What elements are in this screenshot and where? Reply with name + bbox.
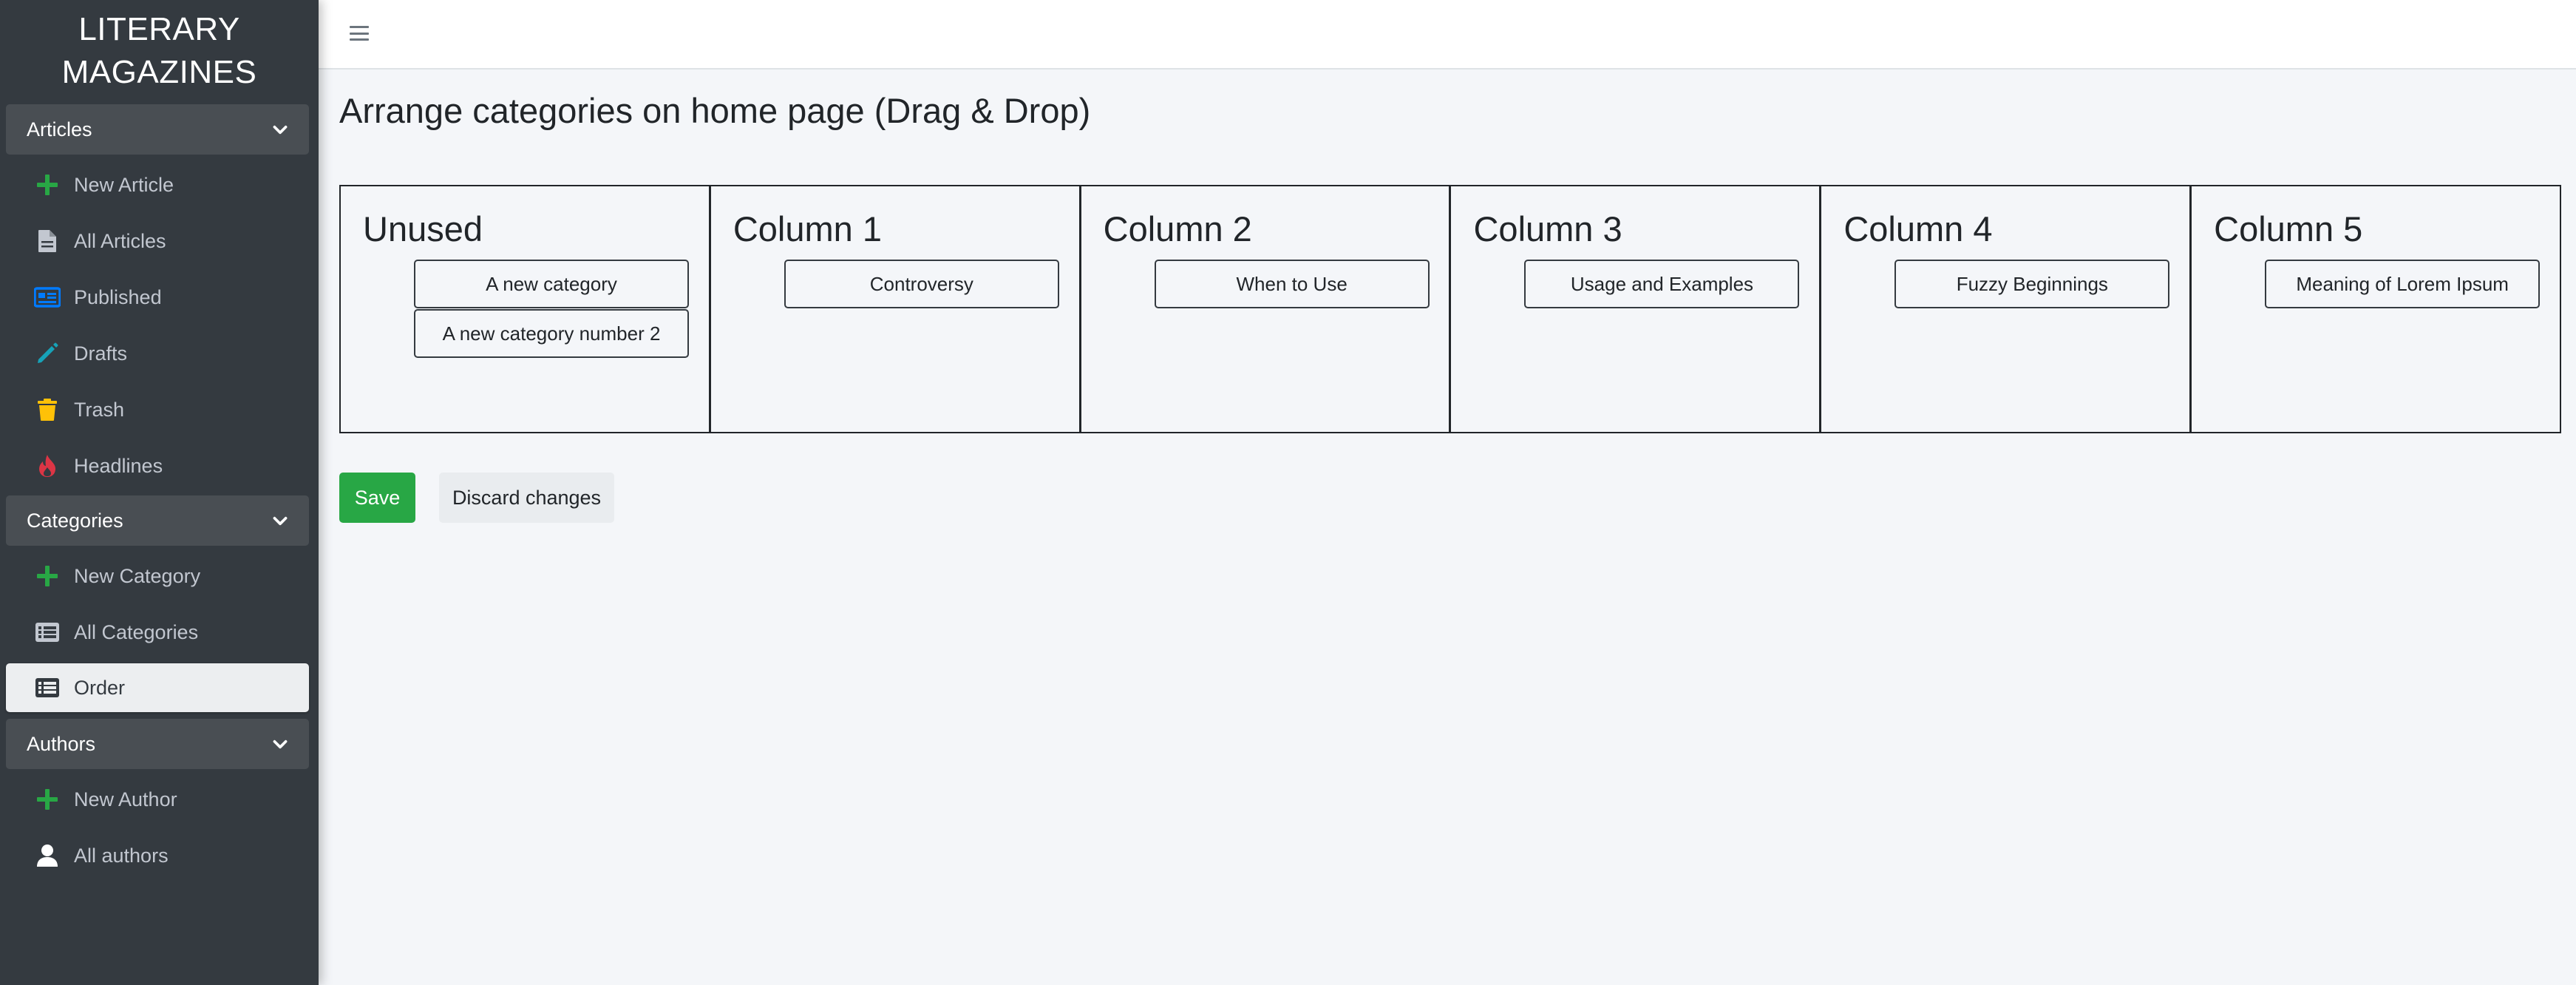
sidebar-item-all-authors[interactable]: All authors (6, 831, 309, 880)
discard-changes-button[interactable]: Discard changes (439, 473, 614, 523)
plus-icon (34, 786, 61, 813)
column-unused[interactable]: Unused A new category A new category num… (341, 186, 711, 432)
sidebar-item-label: New Author (74, 788, 177, 810)
hamburger-menu-icon[interactable] (348, 22, 370, 44)
column-title: Column 1 (733, 209, 882, 248)
sidebar-group-label: Categories (27, 509, 123, 532)
plus-icon (34, 172, 61, 198)
category-card[interactable]: A new category (414, 260, 689, 308)
column-2[interactable]: Column 2 When to Use (1081, 186, 1452, 432)
column-title: Column 5 (2214, 209, 2363, 248)
sidebar-item-headlines[interactable]: Headlines (6, 441, 309, 490)
top-navbar (319, 0, 2576, 70)
chevron-down-icon (273, 516, 288, 526)
sidebar-item-label: Order (74, 676, 126, 699)
sidebar-item-label: Trash (74, 398, 125, 421)
category-columns-board: Unused A new category A new category num… (339, 185, 2561, 433)
sidebar-item-new-category[interactable]: New Category (6, 552, 309, 600)
sidebar-item-label: New Category (74, 564, 201, 587)
column-title: Column 2 (1103, 209, 1252, 248)
pencil-icon (34, 340, 61, 367)
brand-line-1: LITERARY (78, 11, 240, 47)
column-4[interactable]: Column 4 Fuzzy Beginnings (1821, 186, 2192, 432)
trash-icon (34, 396, 61, 423)
sidebar-item-label: Published (74, 285, 162, 308)
brand-logo[interactable]: LITERARY MAGAZINES (0, 0, 319, 98)
page-title: Arrange categories on home page (Drag & … (339, 91, 1091, 130)
category-card[interactable]: When to Use (1154, 260, 1430, 308)
category-card[interactable]: A new category number 2 (414, 309, 689, 358)
plus-icon (34, 563, 61, 589)
column-title: Unused (363, 209, 483, 248)
brand-line-2: MAGAZINES (61, 54, 257, 90)
file-icon (34, 228, 61, 254)
column-1[interactable]: Column 1 Controversy (710, 186, 1081, 432)
save-button[interactable]: Save (339, 473, 415, 523)
column-title: Column 4 (1843, 209, 1993, 248)
sidebar-item-all-articles[interactable]: All Articles (6, 217, 309, 265)
column-3[interactable]: Column 3 Usage and Examples (1451, 186, 1822, 432)
user-icon (34, 842, 61, 869)
sidebar-item-all-categories[interactable]: All Categories (6, 608, 309, 657)
list-icon (34, 674, 61, 701)
sidebar-item-drafts[interactable]: Drafts (6, 329, 309, 378)
chevron-down-icon (273, 125, 288, 135)
sidebar-item-label: All authors (74, 844, 169, 867)
column-title: Column 3 (1473, 209, 1622, 248)
category-card[interactable]: Controversy (784, 260, 1059, 308)
sidebar-group-label: Articles (27, 118, 92, 141)
sidebar-item-label: All Articles (74, 229, 166, 252)
category-card[interactable]: Meaning of Lorem Ipsum (2265, 260, 2541, 308)
chevron-down-icon (273, 739, 288, 749)
sidebar-item-new-article[interactable]: New Article (6, 160, 309, 209)
sidebar-item-new-author[interactable]: New Author (6, 775, 309, 824)
app-root: LITERARY MAGAZINES Articles New Article … (0, 0, 2576, 985)
sidebar-item-label: All Categories (74, 620, 199, 643)
sidebar-item-published[interactable]: Published (6, 273, 309, 322)
sidebar-item-label: New Article (74, 173, 174, 196)
sidebar: LITERARY MAGAZINES Articles New Article … (0, 0, 319, 985)
sidebar-item-label: Headlines (74, 454, 163, 477)
sidebar-group-categories[interactable]: Categories (6, 495, 309, 546)
sidebar-group-articles[interactable]: Articles (6, 104, 309, 155)
fire-icon (34, 453, 61, 479)
sidebar-item-trash[interactable]: Trash (6, 385, 309, 434)
sidebar-group-authors[interactable]: Authors (6, 719, 309, 769)
list-icon (34, 619, 61, 646)
sidebar-group-label: Authors (27, 732, 96, 755)
category-card[interactable]: Usage and Examples (1524, 260, 1800, 308)
newspaper-icon (34, 284, 61, 311)
sidebar-item-label: Drafts (74, 342, 128, 365)
column-5[interactable]: Column 5 Meaning of Lorem Ipsum (2192, 186, 2560, 432)
sidebar-item-order[interactable]: Order (6, 663, 309, 712)
category-card[interactable]: Fuzzy Beginnings (1894, 260, 2170, 308)
